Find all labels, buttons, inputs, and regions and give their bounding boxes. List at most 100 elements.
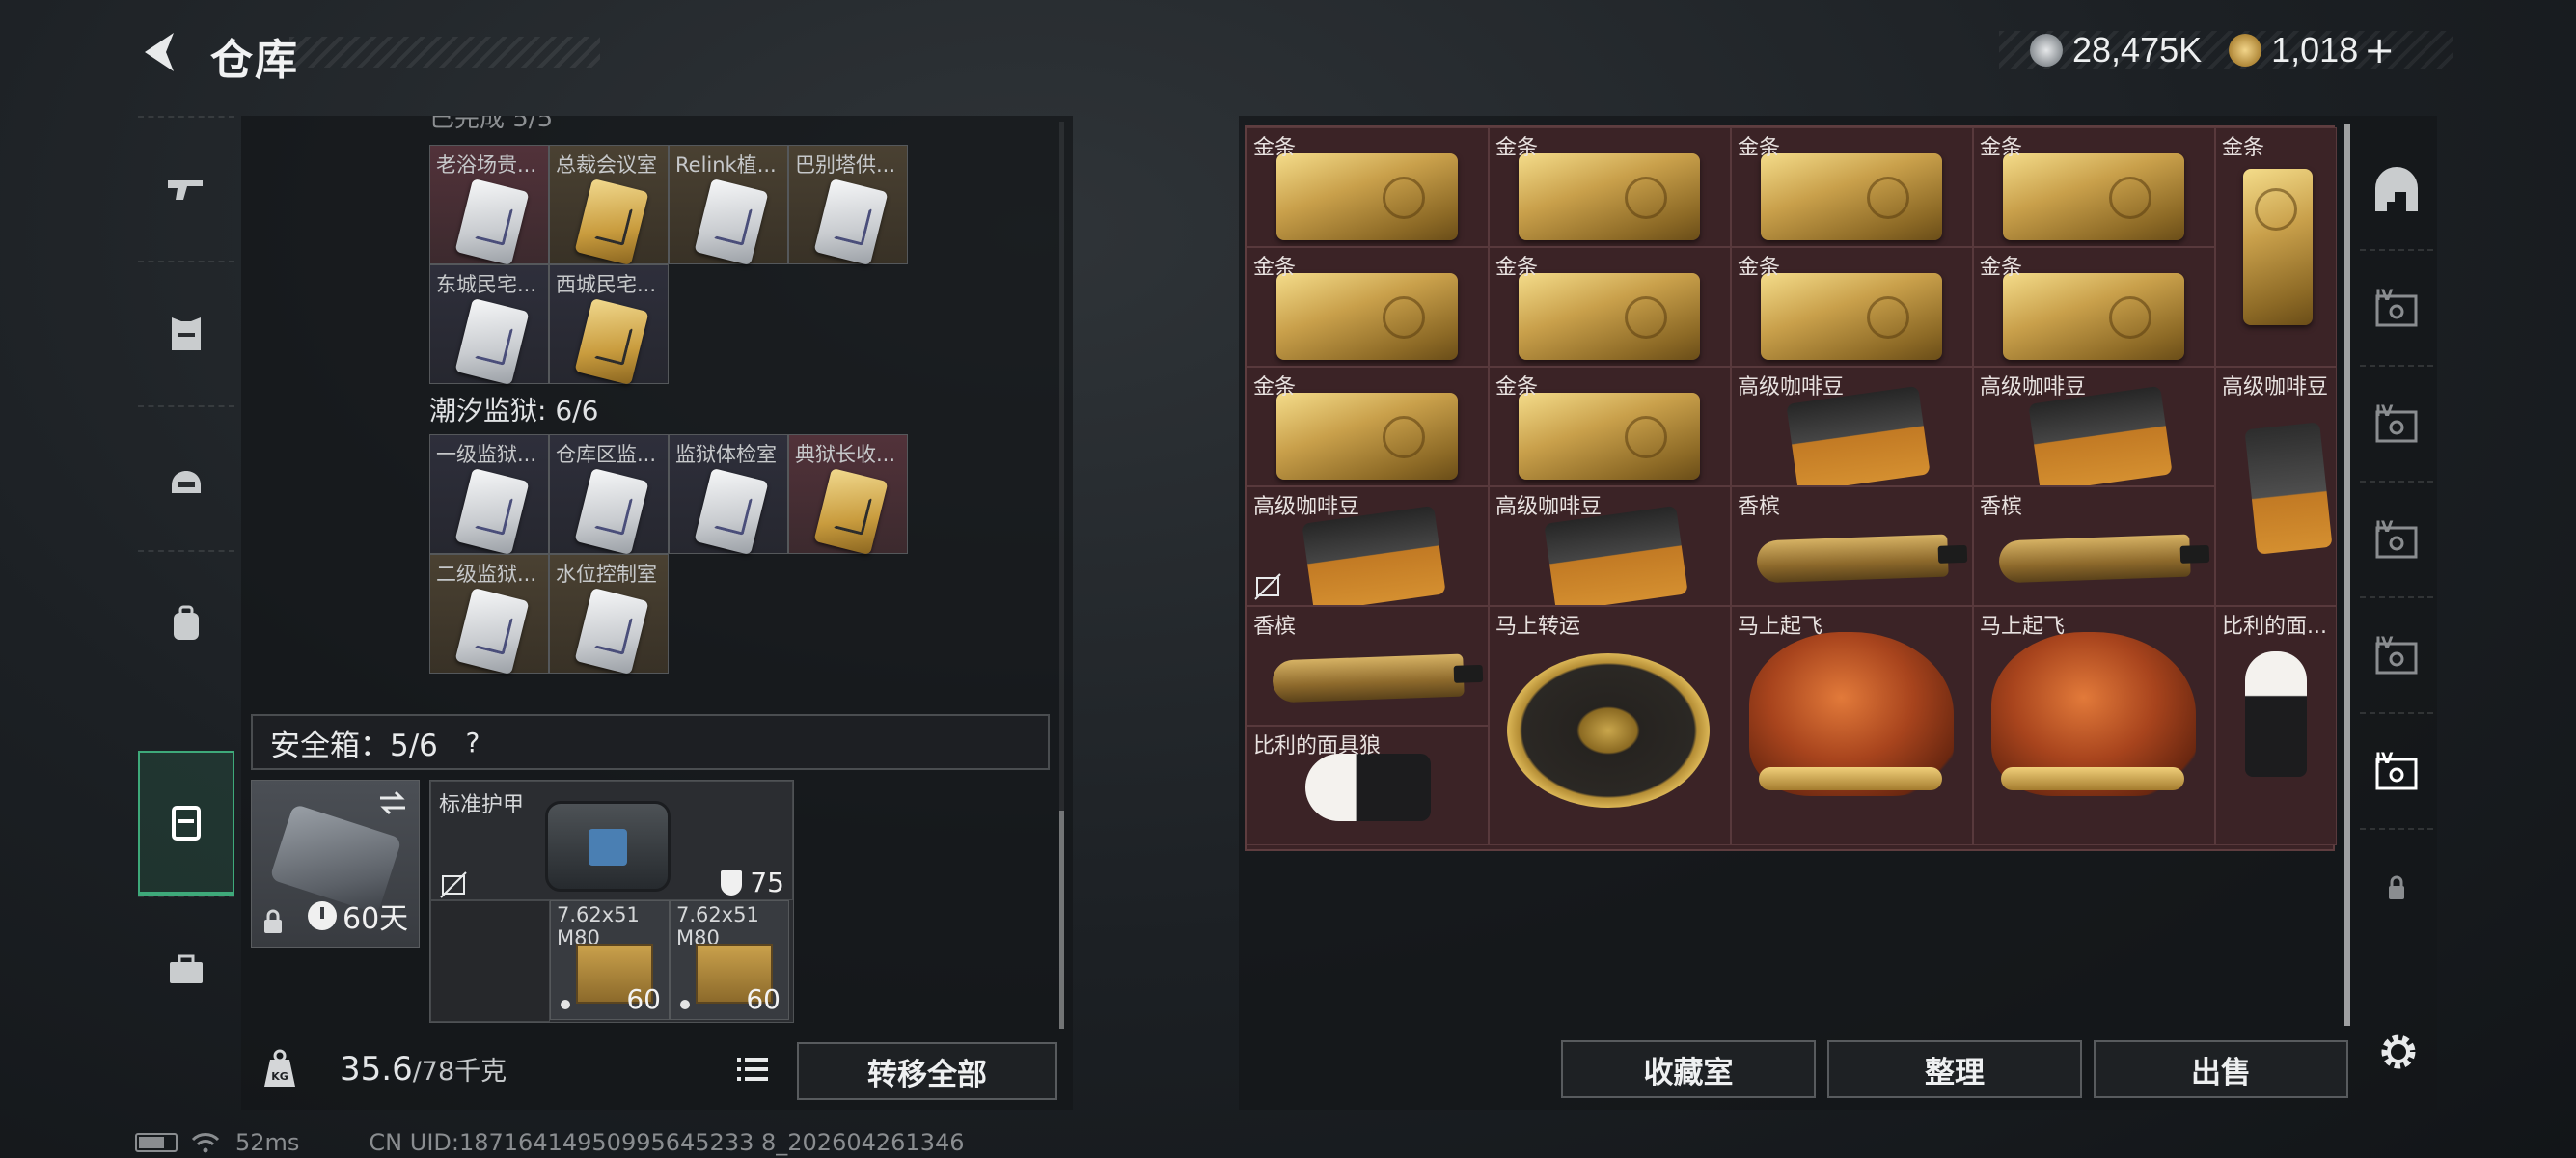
ammo-item[interactable]: 7.62x51 M80 60 bbox=[550, 900, 670, 1020]
keycard-image bbox=[454, 178, 530, 266]
stash-item[interactable]: 金条 bbox=[1973, 247, 2215, 367]
help-icon[interactable]: ? bbox=[455, 725, 490, 759]
keycard[interactable]: 老浴场贵... bbox=[429, 145, 549, 266]
svg-text:KG: KG bbox=[271, 1070, 288, 1083]
empty-slot[interactable] bbox=[430, 900, 550, 1022]
stash-item[interactable]: 金条 bbox=[1973, 127, 2215, 247]
keycard-list[interactable]: 已完成 5/5 老浴场贵... 总裁会议室 Relink植... 巴别塔供...… bbox=[241, 116, 1061, 714]
keycard[interactable]: 监狱体检室 bbox=[669, 434, 788, 556]
keycard[interactable]: 东城民宅... bbox=[429, 264, 549, 386]
keycard[interactable]: 西城民宅... bbox=[549, 264, 669, 386]
add-currency-button[interactable]: + bbox=[2364, 29, 2395, 71]
stash-tab-iv[interactable]: IV bbox=[2360, 598, 2433, 714]
item-name: 香槟 bbox=[1738, 495, 1781, 519]
nav-safebox[interactable] bbox=[138, 751, 234, 896]
stash-item[interactable]: 金条 bbox=[1731, 127, 1973, 247]
transfer-all-button[interactable]: 转移全部 bbox=[797, 1042, 1057, 1100]
vest-icon bbox=[172, 317, 201, 350]
helmet-icon bbox=[172, 471, 201, 493]
silver-coin-icon bbox=[2030, 34, 2063, 67]
stash-tab-home[interactable] bbox=[2360, 135, 2433, 251]
stash-item[interactable]: 香槟 bbox=[1973, 486, 2215, 606]
stash-item[interactable]: 高级咖啡豆 bbox=[1489, 486, 1731, 606]
collection-room-button[interactable]: 收藏室 bbox=[1561, 1040, 1816, 1098]
right-scrollthumb[interactable] bbox=[2344, 124, 2350, 1026]
keycard-image bbox=[694, 467, 769, 556]
stash-item[interactable]: 金条 bbox=[2215, 127, 2337, 367]
keycard[interactable]: 典狱长收... bbox=[788, 434, 908, 556]
stash-item[interactable]: 马上转运 bbox=[1489, 606, 1731, 845]
safebox-case[interactable]: 60天 bbox=[251, 780, 420, 948]
item-name: 高级咖啡豆 bbox=[1253, 495, 1360, 519]
stash-item[interactable]: 金条 bbox=[1489, 367, 1731, 486]
keycard[interactable]: 巴别塔供... bbox=[788, 145, 908, 266]
item-name: 金条 bbox=[1253, 136, 1297, 160]
ammo-item[interactable]: 7.62x51 M80 60 bbox=[670, 900, 789, 1020]
stash-item[interactable]: 金条 bbox=[1489, 247, 1731, 367]
stash-item[interactable]: 马上起飞 bbox=[1731, 606, 1973, 845]
keycard[interactable]: 水位控制室 bbox=[549, 554, 669, 676]
item-name: 香槟 bbox=[1980, 495, 2023, 519]
safebox-label: 安全箱：5/6 bbox=[270, 728, 438, 763]
gold-bar-image bbox=[2003, 153, 2184, 240]
back-button[interactable] bbox=[135, 27, 185, 77]
safebox-header: 安全箱：5/6 ? bbox=[251, 714, 1050, 770]
item-name: 金条 bbox=[1738, 256, 1781, 280]
stash-item[interactable]: 金条 bbox=[1489, 127, 1731, 247]
sort-button[interactable]: 整理 bbox=[1827, 1040, 2082, 1098]
stash-tab-iv[interactable]: IV bbox=[2360, 251, 2433, 367]
item-name: 金条 bbox=[1253, 256, 1297, 280]
keycard-image bbox=[813, 467, 889, 556]
swap-icon[interactable] bbox=[376, 788, 409, 817]
stash-item[interactable]: 金条 bbox=[1731, 247, 1973, 367]
stash-item[interactable]: 比利的面... bbox=[2215, 606, 2337, 845]
gear-icon[interactable] bbox=[2370, 1023, 2427, 1081]
keycard[interactable]: 总裁会议室 bbox=[549, 145, 669, 266]
stash-item[interactable]: 高级咖啡豆 bbox=[2215, 367, 2337, 606]
keycard-image bbox=[694, 178, 769, 266]
gold-amount: 1,018 bbox=[2271, 30, 2359, 69]
stash-tab-iv-active[interactable]: IV bbox=[2360, 714, 2433, 830]
list-view-button[interactable] bbox=[727, 1044, 778, 1094]
item-name: 马上起飞 bbox=[1738, 615, 1823, 639]
nav-helmet[interactable] bbox=[138, 405, 234, 550]
item-name: 比利的面... bbox=[2222, 615, 2327, 639]
stash-item[interactable]: 香槟 bbox=[1731, 486, 1973, 606]
keycard[interactable]: 一级监狱... bbox=[429, 434, 549, 556]
stash-item[interactable]: 金条 bbox=[1247, 127, 1489, 247]
armor-image bbox=[545, 801, 671, 892]
stash-item[interactable]: 香槟 bbox=[1247, 606, 1489, 726]
left-scrollthumb[interactable] bbox=[1059, 811, 1064, 1029]
keycard[interactable]: Relink植... bbox=[669, 145, 788, 266]
stash-tab-locked[interactable] bbox=[2360, 830, 2433, 946]
keycard[interactable]: 仓库区监... bbox=[549, 434, 669, 556]
item-name: 马上起飞 bbox=[1980, 615, 2066, 639]
nav-tools[interactable] bbox=[138, 896, 234, 1040]
nav-weapons[interactable] bbox=[138, 116, 234, 261]
item-name: 马上转运 bbox=[1495, 615, 1581, 639]
stash-item[interactable]: 比利的面具狼 bbox=[1247, 726, 1489, 845]
stash-tab-iv[interactable]: IV bbox=[2360, 482, 2433, 598]
stash-item[interactable]: 金条 bbox=[1247, 367, 1489, 486]
weight-icon: KG bbox=[264, 1049, 295, 1087]
gold-bar-image bbox=[1519, 393, 1700, 480]
safebox-grid: 标准护甲 75 7.62x51 M80 60 7.62x51 M80 60 bbox=[429, 780, 794, 1023]
stash-item[interactable]: 马上起飞 bbox=[1973, 606, 2215, 845]
nav-backpack[interactable] bbox=[138, 550, 234, 695]
keycard-image bbox=[574, 178, 649, 266]
stash-item[interactable]: 高级咖啡豆 bbox=[1731, 367, 1973, 486]
battery-icon bbox=[135, 1133, 178, 1152]
stash-item[interactable]: 高级咖啡豆 bbox=[1973, 367, 2215, 486]
keycard-image bbox=[454, 467, 530, 556]
armor-item[interactable]: 标准护甲 75 bbox=[430, 781, 793, 900]
item-name: 金条 bbox=[1738, 136, 1781, 160]
stash-tab-iv[interactable]: IV bbox=[2360, 367, 2433, 482]
stash-item[interactable]: 金条 bbox=[1247, 247, 1489, 367]
keycard[interactable]: 二级监狱... bbox=[429, 554, 549, 676]
stash-item[interactable]: 高级咖啡豆 bbox=[1247, 486, 1489, 606]
doll-lying-image bbox=[1305, 754, 1431, 821]
sell-button[interactable]: 出售 bbox=[2094, 1040, 2348, 1098]
nav-armor[interactable] bbox=[138, 261, 234, 405]
gold-bar-image bbox=[1276, 273, 1458, 360]
keycard-image bbox=[574, 587, 649, 676]
